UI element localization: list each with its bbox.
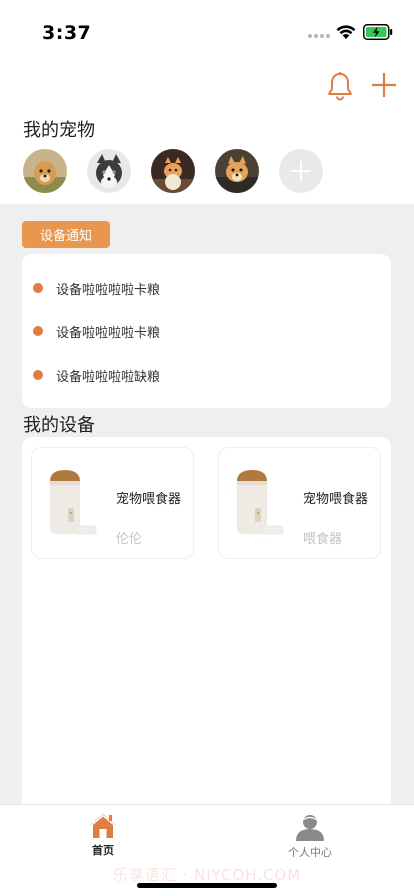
signal-icon bbox=[308, 34, 330, 38]
notification-dot-icon bbox=[33, 326, 43, 336]
tab-profile[interactable]: 个人中心 bbox=[270, 813, 350, 860]
notification-text: 设备啦啦啦啦卡粮 bbox=[56, 282, 161, 298]
pet-feeder-image bbox=[50, 470, 97, 535]
battery-icon bbox=[363, 24, 393, 40]
bell-icon[interactable] bbox=[326, 71, 354, 101]
status-bar: 3:37 bbox=[0, 0, 414, 60]
watermark: 乐享语汇 · NIYCOH.COM bbox=[112, 866, 302, 884]
notification-item[interactable]: 设备啦啦啦啦卡粮 bbox=[33, 277, 160, 299]
device-name: 宠物喂食器 bbox=[116, 492, 182, 507]
devices-panel: 宠物喂食器 伦伦 宠物喂食器 喂食器 bbox=[22, 437, 391, 804]
notification-text: 设备啦啦啦啦缺粮 bbox=[56, 369, 161, 385]
device-card[interactable]: 宠物喂食器 伦伦 bbox=[31, 447, 194, 559]
pets-title: 我的宠物 bbox=[23, 120, 95, 141]
device-nickname: 伦伦 bbox=[116, 532, 143, 547]
tab-home[interactable]: 首页 bbox=[63, 813, 143, 858]
notification-dot-icon bbox=[33, 370, 43, 380]
wifi-icon bbox=[336, 25, 356, 39]
notification-card: 设备啦啦啦啦卡粮 设备啦啦啦啦卡粮 设备啦啦啦啦缺粮 bbox=[22, 254, 391, 408]
notification-text: 设备啦啦啦啦卡粮 bbox=[56, 325, 161, 341]
pet-feeder-image bbox=[237, 470, 284, 535]
pet-avatar-4[interactable] bbox=[215, 149, 259, 193]
pet-avatar-2[interactable] bbox=[87, 149, 131, 193]
device-card[interactable]: 宠物喂食器 喂食器 bbox=[218, 447, 381, 559]
notification-dot-icon bbox=[33, 283, 43, 293]
devices-title: 我的设备 bbox=[23, 415, 95, 436]
pet-avatar-3[interactable] bbox=[151, 149, 195, 193]
pet-avatar-1[interactable] bbox=[23, 149, 67, 193]
notification-tag[interactable]: 设备通知 bbox=[22, 221, 110, 248]
status-time: 3:37 bbox=[42, 22, 92, 44]
device-nickname: 喂食器 bbox=[303, 532, 343, 547]
device-name: 宠物喂食器 bbox=[303, 492, 369, 507]
add-pet-icon[interactable] bbox=[279, 149, 323, 193]
tab-home-label: 首页 bbox=[92, 844, 114, 857]
home-indicator bbox=[137, 883, 277, 888]
user-icon bbox=[296, 815, 324, 841]
notification-item[interactable]: 设备啦啦啦啦缺粮 bbox=[33, 364, 160, 386]
home-icon bbox=[90, 814, 116, 838]
pets-row bbox=[23, 149, 323, 193]
tab-profile-label: 个人中心 bbox=[288, 846, 332, 859]
notification-item[interactable]: 设备啦啦啦啦卡粮 bbox=[33, 320, 160, 342]
plus-icon[interactable] bbox=[371, 72, 397, 98]
